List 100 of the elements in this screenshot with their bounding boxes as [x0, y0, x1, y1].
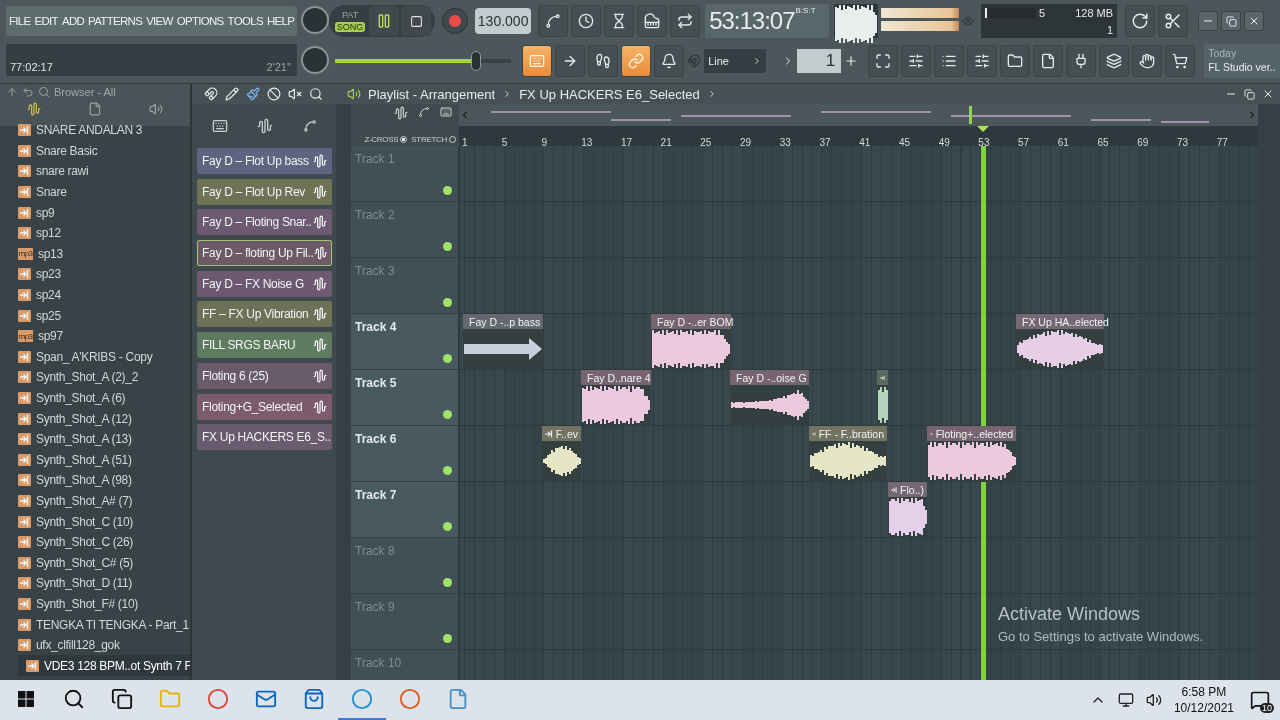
audio-clip[interactable]: F..ev: [542, 426, 581, 482]
file-name: sp9: [36, 205, 55, 220]
track-header[interactable]: Track 7: [351, 482, 459, 538]
browser-item[interactable]: mp3 sp97: [18, 325, 190, 347]
browser-item[interactable]: TENGKA TI TENGKA - Part_1: [18, 614, 190, 635]
pattern-item[interactable]: Fay D – Flot Up Rev: [197, 178, 332, 205]
activation-text: Go to Settings to activate Windows.: [998, 629, 1204, 644]
menu-item[interactable]: TOOLS: [227, 15, 263, 27]
snap-dropdown[interactable]: Line: [704, 49, 767, 73]
file-badge: mp3: [18, 247, 33, 260]
browser-item[interactable]: SNARE ANDALAN 3: [18, 120, 190, 141]
track-lane[interactable]: Fay D..nare 4 Fay D -..oise G: [459, 370, 1258, 426]
audio-clip[interactable]: Flo..): [888, 482, 927, 538]
browser-item[interactable]: mp3 sp13: [18, 243, 190, 265]
track-name: Track 8: [355, 544, 395, 558]
menu-item[interactable]: PATTERNS: [88, 15, 143, 27]
file-name: Synth_Shot_A (6): [36, 391, 126, 405]
browser-item[interactable]: Snare Basic: [18, 140, 190, 162]
browser-item[interactable]: Synth_Shot_A# (7): [18, 490, 190, 512]
file-badge: mp3: [18, 330, 33, 343]
pattern-item[interactable]: Fay D – floting Up Fil..: [197, 240, 332, 267]
audio-clip[interactable]: Fay D -..oise G: [730, 370, 809, 426]
browser-item[interactable]: Synth_Shot_A (13): [18, 428, 190, 450]
clip-label: FF - F..bration: [818, 427, 884, 440]
browser-item[interactable]: Synth_Shot_A (98): [18, 470, 190, 491]
browser-item[interactable]: sp9: [18, 202, 190, 223]
time-format: B:S:T: [795, 6, 816, 15]
menu-item[interactable]: ADD: [61, 15, 85, 27]
browser-item[interactable]: Synth_Shot_A (12): [18, 408, 190, 429]
track-name: Track 1: [355, 152, 395, 166]
pattern-item[interactable]: Fay D – Flot Up bass: [197, 148, 332, 174]
pattern-item[interactable]: Floting+G_Selected: [197, 393, 332, 420]
bar-number: 9: [541, 137, 547, 146]
bar-number: 65: [1097, 137, 1109, 146]
pattern-item[interactable]: Fay D – Floting Snar..: [197, 209, 332, 236]
browser-item[interactable]: sp23: [18, 264, 190, 285]
audio-clip[interactable]: Fay D..nare 4: [581, 370, 651, 426]
browser-item[interactable]: sp25: [18, 305, 190, 326]
audio-clip[interactable]: Floting+..elected: [927, 426, 1016, 482]
browser-item[interactable]: Synth_Shot_A (2)_2: [18, 367, 190, 388]
audio-clip[interactable]: Fay D -..er BOM: [651, 314, 731, 370]
browser-item[interactable]: Synth_Shot_A (6): [18, 387, 190, 409]
browser-item[interactable]: snare rawi: [18, 161, 190, 182]
pattern-item[interactable]: Fay D – FX Noise G: [197, 270, 332, 297]
menu-item[interactable]: OPTIONS: [176, 15, 224, 27]
menu-item[interactable]: EDIT: [34, 15, 58, 27]
taskbar-clock[interactable]: 6:58 PM 10/12/2021: [1173, 684, 1234, 716]
bar-number: 53: [978, 137, 990, 146]
browser-item[interactable]: sp12: [18, 222, 190, 244]
menu-item[interactable]: VIEW: [146, 15, 173, 27]
track-name: Track 6: [355, 432, 397, 446]
mode-toggle[interactable]: SONG: [334, 22, 366, 32]
bar-number: 69: [1137, 137, 1149, 146]
browser-item[interactable]: Synth_Shot_C (10): [18, 511, 190, 532]
news-headline: FL Studio ver..: [1208, 60, 1276, 74]
clock-time: 6:58 PM: [1181, 684, 1227, 700]
pattern-item[interactable]: Floting 6 (25): [197, 362, 332, 389]
option-toggle[interactable]: STRETCH: [411, 135, 456, 144]
browser-item[interactable]: Synth_Shot_C# (5): [18, 552, 190, 574]
browser-item[interactable]: Synth_Shot_C (26): [18, 531, 190, 553]
timeline-ruler[interactable]: 1 5 9 13 17 21 25 29 33 37 41 45 49 53 57 61 65 69 73 77: [459, 126, 1258, 146]
file-name: Synth_Shot_A (12): [36, 411, 132, 426]
track-name: Track 2: [355, 208, 395, 222]
track-header[interactable]: Track 5: [351, 370, 459, 426]
notification-button[interactable]: 10: [1246, 686, 1274, 714]
browser-item[interactable]: sp24: [18, 284, 190, 306]
browser-item[interactable]: Span_ A'KRIBS - Copy: [18, 346, 190, 368]
tempo-field[interactable]: 130.000: [475, 8, 532, 34]
pattern-item[interactable]: FILL SRGS BARU: [197, 332, 332, 359]
menu-item[interactable]: HELP: [266, 15, 295, 27]
bar-number: 25: [700, 137, 712, 146]
option-toggle[interactable]: Z-CROSS: [364, 135, 408, 144]
audio-clip[interactable]: Fay D -..p bass: [463, 314, 543, 370]
pattern-field[interactable]: 1: [797, 49, 842, 73]
menu-item[interactable]: FILE: [9, 15, 31, 27]
news-panel[interactable]: Today FL Studio ver..: [1204, 44, 1280, 78]
track-header[interactable]: Track 6: [351, 426, 459, 482]
browser-item[interactable]: Synth_Shot_D (11): [18, 573, 190, 594]
pattern-item[interactable]: FX Up HACKERS E6_S..: [197, 424, 332, 451]
browser-item[interactable]: Synth_Shot_F# (10): [18, 593, 190, 615]
track-lane[interactable]: Fay D -..p bass Fay D -..er BOM FX Up HA..elected: [459, 314, 1258, 370]
clock-date: 10/12/2021: [1173, 700, 1234, 716]
window-title: Playlist - Arrangement: [368, 86, 496, 102]
cpu-value: 5: [1039, 6, 1046, 19]
browser-item[interactable]: Synth_Shot_A (51): [18, 449, 190, 471]
mode-toggle[interactable]: PAT: [340, 10, 361, 20]
track-header[interactable]: Track 4: [351, 314, 459, 370]
bar-number: 41: [859, 137, 871, 146]
browser-item[interactable]: Snare: [18, 181, 190, 203]
file-name: Synth_Shot_C# (5): [36, 555, 133, 570]
pattern-item[interactable]: FF – FX Up Vibration: [197, 301, 332, 328]
track-lane[interactable]: F..ev FF - F..bration Floting+..elected: [459, 426, 1258, 482]
clip-label: Flo..): [900, 483, 924, 496]
browser-title[interactable]: Browser - All: [54, 86, 116, 98]
clip-label: Fay D -..p bass: [469, 315, 541, 328]
browser-item[interactable]: ufx_clfill128_gok: [18, 634, 190, 656]
audio-clip[interactable]: FF - F..bration: [809, 426, 887, 482]
track-lane[interactable]: Flo..): [459, 482, 1258, 538]
pattern-name[interactable]: FX Up HACKERS E6_Selected: [519, 86, 700, 102]
song-time: 53:13:07: [709, 7, 795, 35]
